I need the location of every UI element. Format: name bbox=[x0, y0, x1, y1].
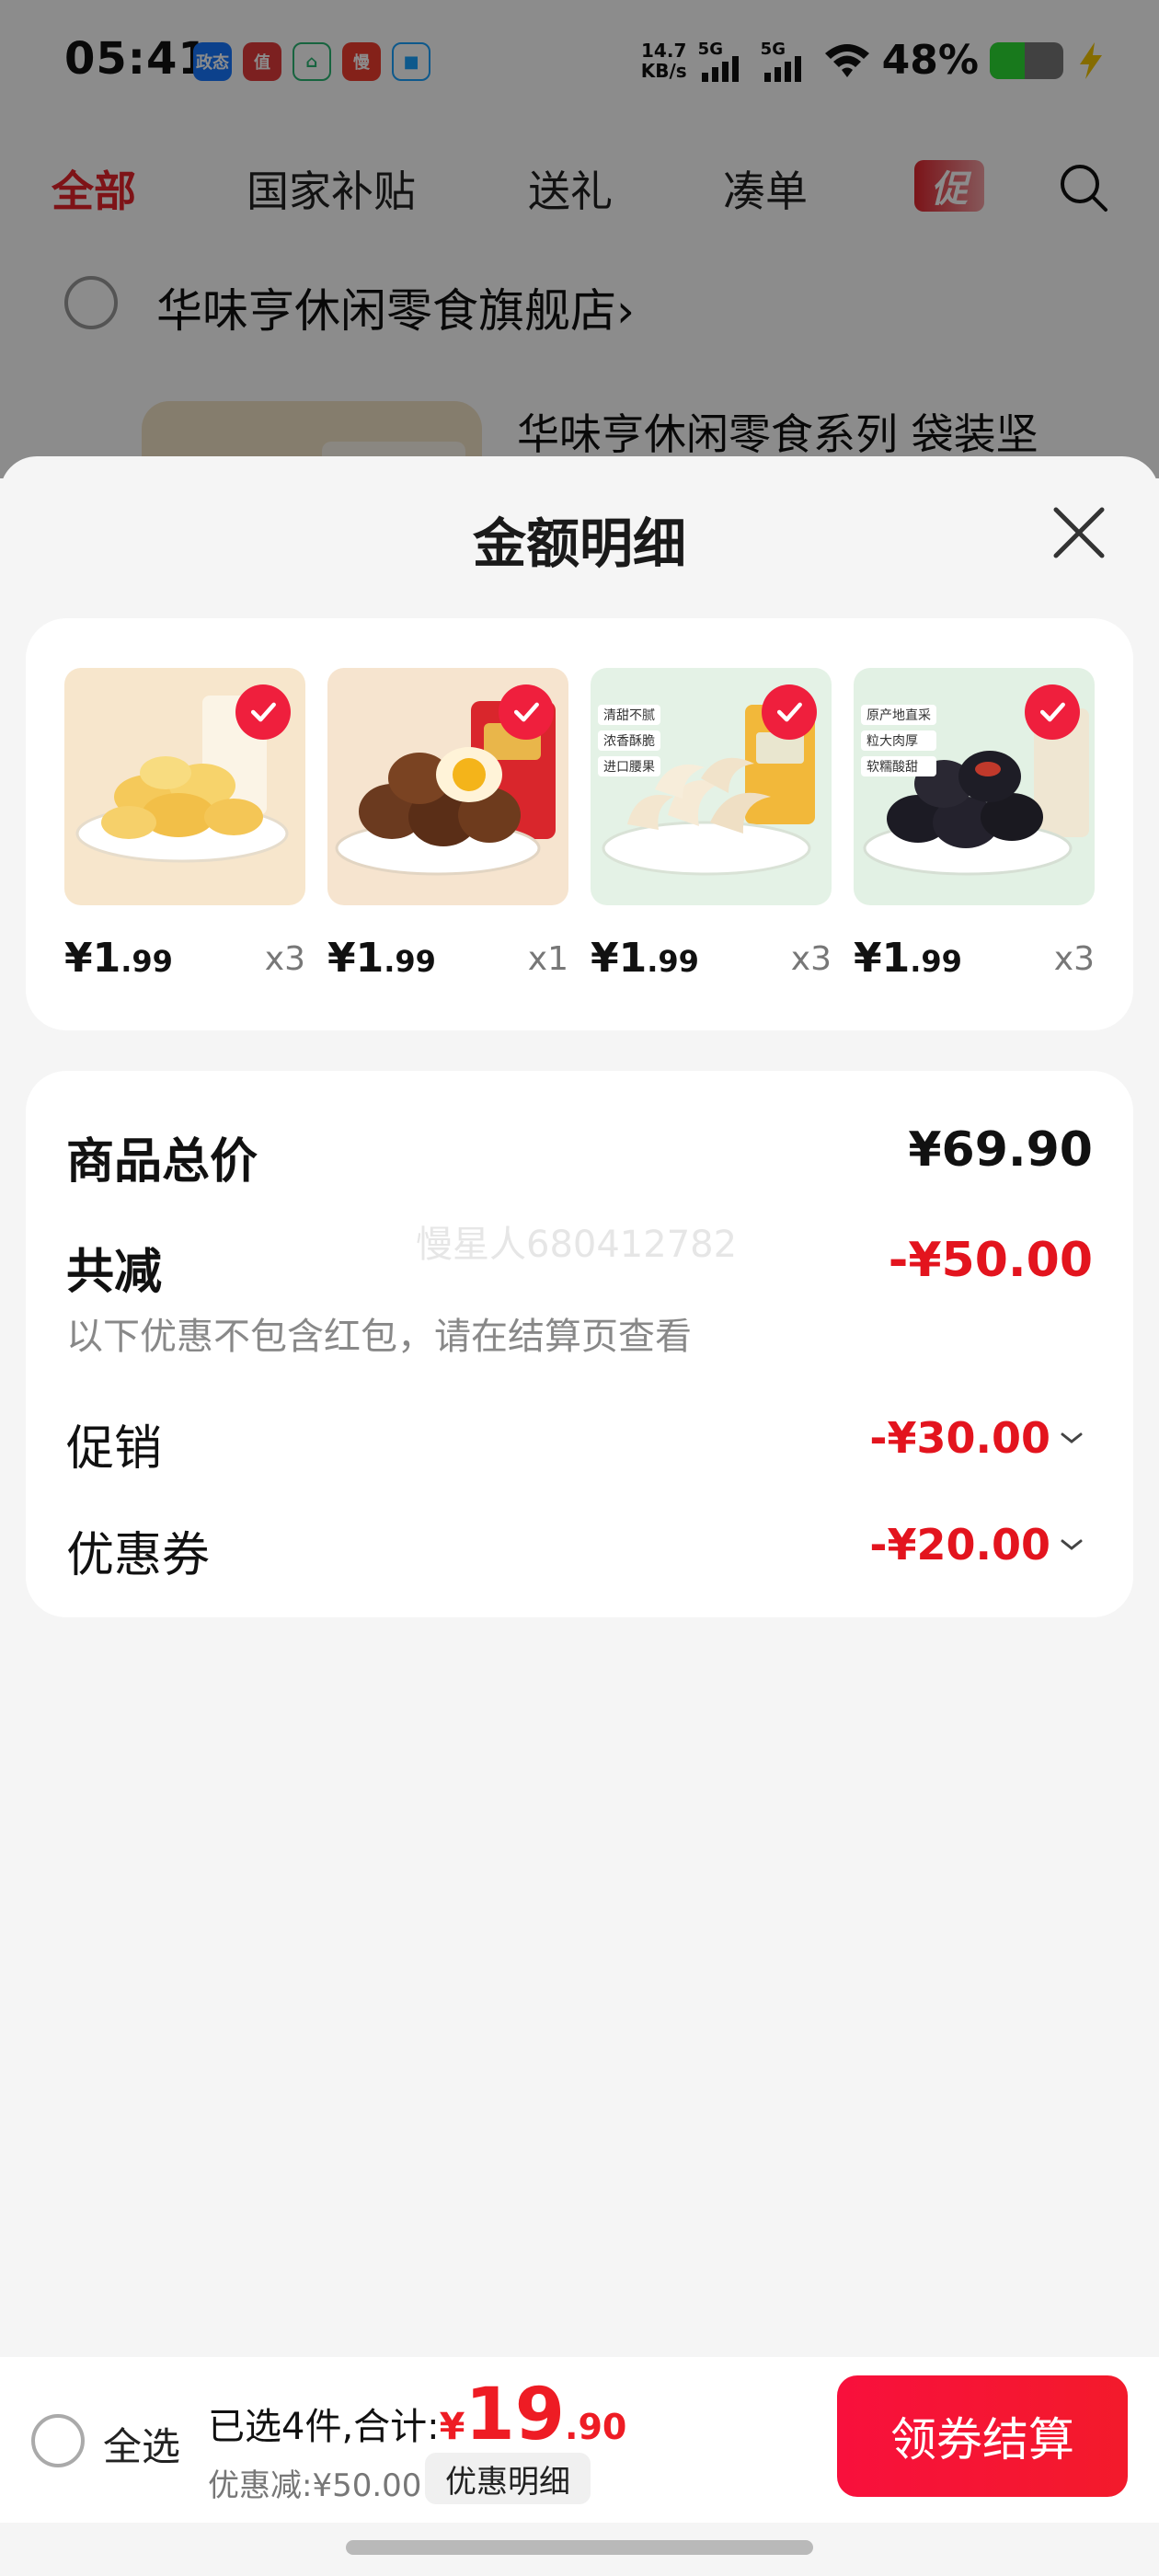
chevron-down-icon bbox=[1061, 1432, 1083, 1443]
total-price-label: 商品总价 bbox=[66, 1134, 258, 1190]
discount-text: 优惠减:¥50.00 bbox=[208, 2467, 422, 2504]
sheet-title: 金额明细 bbox=[472, 512, 686, 575]
item-card[interactable]: ¥1.99 x1 bbox=[327, 668, 568, 982]
total-price-value: ¥69.90 bbox=[908, 1122, 1093, 1178]
item-selected-check-icon bbox=[762, 684, 817, 740]
select-all-label[interactable]: 全选 bbox=[103, 2416, 180, 2472]
reduction-note: 以下优惠不包含红包，请在结算页查看 bbox=[66, 1316, 692, 1358]
promotion-value[interactable]: -¥30.00 bbox=[869, 1413, 1084, 1463]
total-reduction-label: 共减 bbox=[66, 1245, 163, 1300]
item-card[interactable]: ¥1.99 x3 bbox=[64, 668, 305, 982]
coupon-value[interactable]: -¥20.00 bbox=[869, 1520, 1084, 1570]
product-feature-tags: 清甜不腻 浓香酥脆 进口腰果 bbox=[598, 705, 660, 776]
item-card[interactable]: 清甜不腻 浓香酥脆 进口腰果 ¥1.99 x3 bbox=[591, 668, 832, 982]
promotion-label: 促销 bbox=[66, 1421, 163, 1477]
watermark: 慢星人680412782 bbox=[416, 1224, 738, 1266]
item-quantity: x1 bbox=[527, 940, 568, 978]
discount-detail-button[interactable]: 优惠明细 bbox=[425, 2453, 591, 2504]
modal-overlay[interactable] bbox=[0, 0, 1159, 478]
item-quantity: x3 bbox=[1053, 940, 1095, 978]
total-reduction-value: -¥50.00 bbox=[888, 1233, 1093, 1288]
product-feature-tags: 原产地直采 粒大肉厚 软糯酸甜 bbox=[861, 705, 936, 776]
item-price: ¥1.99 bbox=[591, 935, 699, 982]
checkout-bar: 全选 已选4件,合计: ¥ 19 .90 优惠减:¥50.00 优惠明细 领券结… bbox=[0, 2357, 1159, 2523]
item-selected-check-icon bbox=[1025, 684, 1080, 740]
home-indicator[interactable] bbox=[346, 2540, 813, 2555]
select-all-radio[interactable] bbox=[31, 2414, 85, 2467]
item-selected-check-icon bbox=[499, 684, 554, 740]
chevron-down-icon bbox=[1061, 1539, 1083, 1550]
item-quantity: x3 bbox=[790, 940, 832, 978]
item-price: ¥1.99 bbox=[327, 935, 436, 982]
item-price: ¥1.99 bbox=[854, 935, 962, 982]
coupon-label: 优惠券 bbox=[66, 1528, 211, 1583]
amount-detail-sheet: 金额明细 ¥1.99 x3 ¥1.99 x1 清甜不腻 浓香酥脆 进口腰果 ¥1… bbox=[0, 456, 1159, 2576]
close-icon[interactable] bbox=[1049, 502, 1109, 563]
checkout-button[interactable]: 领券结算 bbox=[837, 2375, 1128, 2497]
selected-total: 已选4件,合计: ¥ 19 .90 bbox=[208, 2374, 627, 2456]
item-price: ¥1.99 bbox=[64, 935, 173, 982]
item-quantity: x3 bbox=[264, 940, 305, 978]
selected-items-card: ¥1.99 x3 ¥1.99 x1 清甜不腻 浓香酥脆 进口腰果 ¥1.99 x… bbox=[26, 618, 1133, 1030]
item-selected-check-icon bbox=[235, 684, 291, 740]
price-summary-card: 慢星人680412782 商品总价 ¥69.90 共减 -¥50.00 以下优惠… bbox=[26, 1071, 1133, 1617]
item-card[interactable]: 原产地直采 粒大肉厚 软糯酸甜 ¥1.99 x3 bbox=[854, 668, 1095, 982]
